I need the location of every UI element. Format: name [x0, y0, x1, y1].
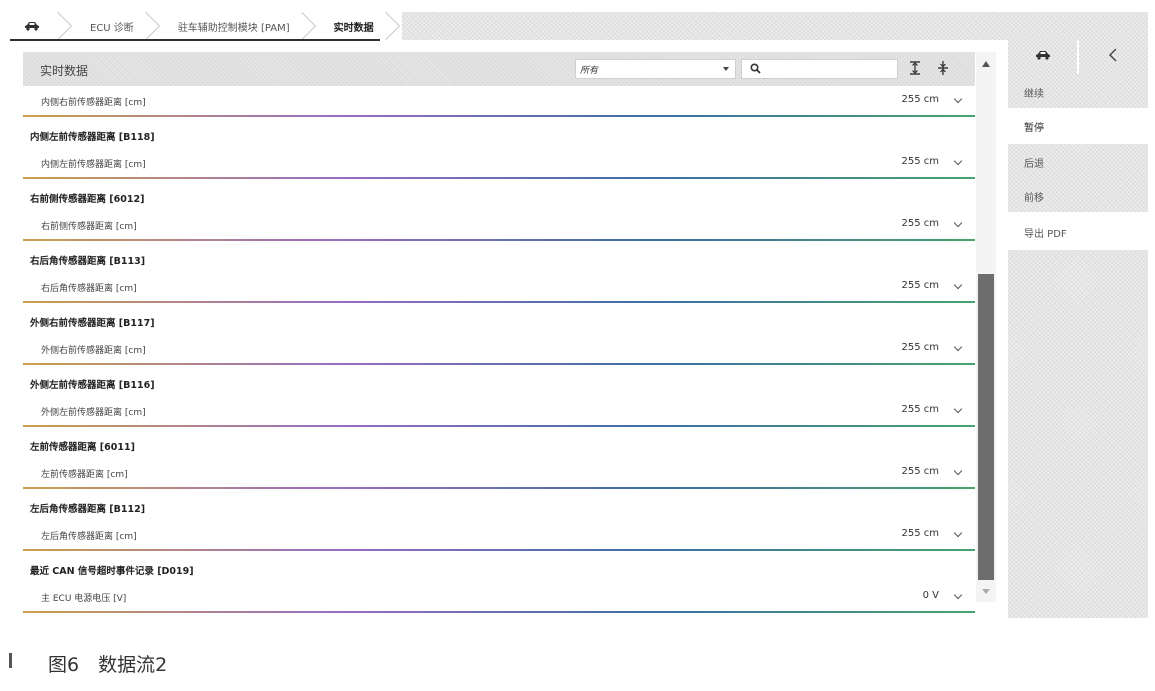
side-pause-button[interactable]: 暂停	[1008, 108, 1148, 142]
data-row-label: 内侧左前传感器距离 [cm]	[41, 160, 146, 170]
breadcrumb-underline	[10, 39, 380, 41]
chevron-down-icon[interactable]	[953, 218, 963, 228]
group-header-label: 外侧右前传感器距离 [B117]	[30, 318, 155, 329]
side-item-label: 继续	[1024, 89, 1044, 100]
search-input[interactable]	[741, 59, 898, 79]
side-item-label: 后退	[1024, 159, 1044, 170]
side-panel: 继续暂停后退前移导出 PDF	[1008, 38, 1148, 618]
side-forward-button[interactable]: 前移	[1008, 178, 1148, 212]
expand-all-icon[interactable]	[936, 60, 950, 76]
side-panel-fill	[1008, 250, 1148, 618]
data-row-label: 右后角传感器距离 [cm]	[41, 284, 137, 294]
panel-title: 实时数据	[40, 64, 89, 78]
collapse-all-icon[interactable]	[908, 60, 922, 76]
breadcrumb-pam-module[interactable]: 驻车辅助控制模块 [PAM]	[161, 12, 318, 40]
data-row-value: 255 cm	[901, 404, 939, 415]
side-continue-button[interactable]: 继续	[1008, 74, 1148, 108]
group-header: 最近 CAN 信号超时事件记录 [D019]	[23, 551, 975, 582]
scroll-up-icon[interactable]	[982, 61, 990, 67]
panel-header: 实时数据 所有	[23, 52, 975, 86]
scrollbar-thumb[interactable]	[978, 274, 994, 580]
car-icon	[25, 22, 39, 31]
scroll-down-icon[interactable]	[982, 589, 990, 594]
chevron-down-icon[interactable]	[953, 280, 963, 290]
data-row-value: 255 cm	[901, 280, 939, 291]
group-header-label: 左前传感器距离 [6011]	[30, 442, 135, 453]
group-header-label: 右后角传感器距离 [B113]	[30, 256, 146, 267]
group-header-label: 最近 CAN 信号超时事件记录 [D019]	[30, 566, 194, 577]
side-item-label: 前移	[1024, 193, 1044, 204]
data-row-value: 255 cm	[901, 528, 939, 539]
group-header: 左前传感器距离 [6011]	[23, 427, 975, 458]
data-row[interactable]: 右前侧传感器距离 [cm] 255 cm	[23, 210, 975, 241]
data-row[interactable]: 外侧左前传感器距离 [cm] 255 cm	[23, 396, 975, 427]
side-panel-top	[1008, 38, 1148, 74]
data-row-value: 255 cm	[901, 156, 939, 167]
side-export-pdf-button[interactable]: 导出 PDF	[1008, 214, 1148, 248]
figure-caption: 图6 数据流2	[48, 654, 168, 676]
breadcrumb-bar: ECU 诊断 驻车辅助控制模块 [PAM] 实时数据	[10, 12, 1148, 41]
caption-marker	[9, 653, 12, 668]
group-header: 左后角传感器距离 [B112]	[23, 489, 975, 520]
data-row-value: 255 cm	[901, 218, 939, 229]
data-row[interactable]: 左后角传感器距离 [cm] 255 cm	[23, 520, 975, 551]
group-header: 内侧左前传感器距离 [B118]	[23, 117, 975, 148]
data-row-value: 255 cm	[901, 466, 939, 477]
scrollbar[interactable]	[976, 52, 996, 602]
data-row-label: 主 ECU 电源电压 [V]	[41, 594, 127, 604]
search-icon	[750, 63, 761, 74]
breadcrumb-ecu-diagnosis[interactable]: ECU 诊断	[74, 12, 162, 40]
data-row-label: 外侧右前传感器距离 [cm]	[41, 346, 146, 356]
chevron-down-icon[interactable]	[953, 466, 963, 476]
side-item-label: 导出 PDF	[1024, 229, 1067, 240]
filter-value: 所有	[580, 65, 599, 76]
data-row[interactable]: 外侧右前传感器距离 [cm] 255 cm	[23, 334, 975, 365]
chevron-down-icon[interactable]	[953, 94, 963, 104]
side-back-button[interactable]	[1079, 38, 1148, 74]
side-item-label: 暂停	[1024, 123, 1044, 134]
data-row[interactable]: 右后角传感器距离 [cm] 255 cm	[23, 272, 975, 303]
data-row-label: 外侧左前传感器距离 [cm]	[41, 408, 146, 418]
group-header-label: 外侧左前传感器距离 [B116]	[30, 380, 155, 391]
data-row[interactable]: 左前传感器距离 [cm] 255 cm	[23, 458, 975, 489]
group-header: 右后角传感器距离 [B113]	[23, 241, 975, 272]
data-row-label: 内侧右前传感器距离 [cm]	[41, 98, 146, 108]
group-header: 外侧左前传感器距离 [B116]	[23, 365, 975, 396]
data-row-label: 右前侧传感器距离 [cm]	[41, 222, 137, 232]
data-row-label: 左前传感器距离 [cm]	[41, 470, 128, 480]
group-header-label: 右前侧传感器距离 [6012]	[30, 194, 145, 205]
chevron-down-icon	[723, 67, 729, 71]
data-list: 内侧右前传感器距离 [cm] 255 cm 内侧左前传感器距离 [B118] 内侧左前…	[23, 86, 975, 613]
data-row-value: 255 cm	[901, 342, 939, 353]
chevron-left-icon	[1109, 48, 1117, 62]
group-header-label: 内侧左前传感器距离 [B118]	[30, 132, 155, 143]
side-car-button[interactable]	[1008, 38, 1077, 74]
car-icon	[1036, 51, 1050, 60]
data-row-value: 255 cm	[901, 94, 939, 105]
chevron-down-icon[interactable]	[953, 156, 963, 166]
breadcrumb-live-data[interactable]: 实时数据	[317, 12, 402, 40]
live-data-panel: 实时数据 所有 内侧右前传感器距离 [cm] 255 cm 内侧左前传感器距离 [B…	[23, 52, 975, 613]
chevron-down-icon[interactable]	[953, 590, 963, 600]
data-row[interactable]: 内侧右前传感器距离 [cm] 255 cm	[23, 86, 975, 117]
data-row[interactable]: 主 ECU 电源电压 [V] 0 V	[23, 582, 975, 613]
data-row[interactable]: 内侧左前传感器距离 [cm] 255 cm	[23, 148, 975, 179]
data-row-value: 0 V	[922, 590, 939, 601]
group-header: 右前侧传感器距离 [6012]	[23, 179, 975, 210]
group-header: 外侧右前传感器距离 [B117]	[23, 303, 975, 334]
chevron-down-icon[interactable]	[953, 528, 963, 538]
data-row-label: 左后角传感器距离 [cm]	[41, 532, 137, 542]
side-back-step-button[interactable]: 后退	[1008, 144, 1148, 178]
breadcrumb: ECU 诊断 驻车辅助控制模块 [PAM] 实时数据	[10, 12, 402, 40]
breadcrumb-home[interactable]	[10, 12, 74, 40]
group-header-label: 左后角传感器距离 [B112]	[30, 504, 146, 515]
chevron-down-icon[interactable]	[953, 342, 963, 352]
filter-select[interactable]: 所有	[575, 59, 736, 79]
chevron-down-icon[interactable]	[953, 404, 963, 414]
